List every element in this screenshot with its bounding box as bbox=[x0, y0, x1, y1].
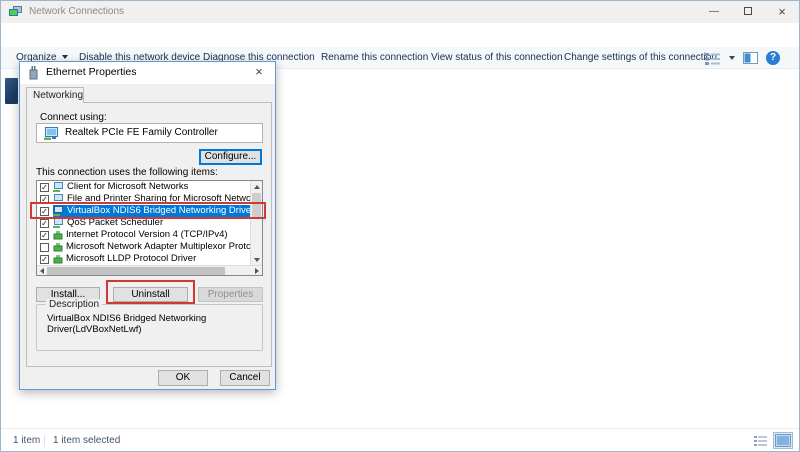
ok-button[interactable]: OK bbox=[158, 370, 208, 386]
computer-icon bbox=[53, 194, 64, 204]
checkbox[interactable]: ✓ bbox=[40, 255, 49, 264]
protocol-icon bbox=[53, 231, 63, 240]
list-item[interactable]: ✓ File and Printer Sharing for Microsoft… bbox=[37, 193, 250, 205]
maximize-button[interactable] bbox=[731, 1, 765, 23]
explorer-window: Network Connections — × ← → ↑ › Control … bbox=[0, 0, 800, 452]
list-item-label: Microsoft Network Adapter Multiplexor Pr… bbox=[66, 241, 250, 253]
list-item[interactable]: Microsoft Network Adapter Multiplexor Pr… bbox=[37, 241, 250, 253]
selection-highlight: VirtualBox NDIS6 Bridged Networking Driv… bbox=[53, 205, 250, 217]
close-button[interactable]: × bbox=[765, 1, 799, 23]
checkbox[interactable]: ✓ bbox=[40, 207, 49, 216]
preview-pane-icon[interactable] bbox=[743, 52, 758, 64]
item-count: 1 item bbox=[13, 429, 40, 452]
view-toggle-group bbox=[750, 432, 793, 449]
uninstall-button[interactable]: Uninstall bbox=[113, 287, 188, 302]
computer-icon bbox=[53, 218, 64, 228]
change-settings-button[interactable]: Change settings of this connection bbox=[564, 47, 717, 68]
checkbox[interactable]: ✓ bbox=[40, 231, 49, 240]
status-divider bbox=[44, 435, 45, 447]
titlebar: Network Connections — × bbox=[1, 1, 799, 23]
cancel-button[interactable]: Cancel bbox=[220, 370, 270, 386]
details-view-icon bbox=[753, 435, 768, 447]
address-bar: ← → ↑ › Control Panel › Network and Inte… bbox=[1, 23, 799, 47]
description-text: VirtualBox NDIS6 Bridged Networking Driv… bbox=[47, 313, 256, 335]
scrollbar-thumb[interactable] bbox=[252, 193, 261, 217]
description-groupbox: Description VirtualBox NDIS6 Bridged Net… bbox=[36, 304, 263, 351]
details-view-toggle[interactable] bbox=[750, 432, 770, 449]
network-adapter-icon bbox=[44, 127, 59, 140]
scrollbar-thumb[interactable] bbox=[47, 267, 225, 275]
list-item-label: Microsoft LLDP Protocol Driver bbox=[66, 253, 196, 265]
network-connections-icon bbox=[9, 6, 22, 20]
tab-networking[interactable]: Networking bbox=[26, 87, 84, 103]
list-item[interactable]: ✓ QoS Packet Scheduler bbox=[37, 217, 250, 229]
status-bar: 1 item 1 item selected bbox=[1, 428, 799, 452]
dialog-title: Ethernet Properties bbox=[46, 62, 136, 83]
adapter-name: Realtek PCIe FE Family Controller bbox=[65, 127, 218, 139]
view-status-button[interactable]: View status of this connection bbox=[431, 47, 563, 68]
list-item[interactable]: ✓ Microsoft LLDP Protocol Driver bbox=[37, 253, 250, 265]
icons-view-toggle[interactable] bbox=[773, 432, 793, 449]
views-dropdown-icon[interactable] bbox=[729, 56, 735, 60]
minimize-icon: — bbox=[709, 6, 719, 17]
maximize-icon bbox=[744, 7, 752, 15]
tab-page: Connect using: Realtek PCIe FE Family Co… bbox=[26, 102, 272, 367]
properties-button: Properties bbox=[198, 287, 263, 302]
checkbox[interactable]: ✓ bbox=[40, 219, 49, 228]
computer-icon bbox=[53, 206, 64, 216]
adapter-field: Realtek PCIe FE Family Controller bbox=[36, 123, 263, 143]
configure-button[interactable]: Configure... bbox=[199, 149, 262, 165]
connection-items-list[interactable]: ✓ Client for Microsoft Networks ✓ File a… bbox=[36, 180, 263, 276]
list-rows: ✓ Client for Microsoft Networks ✓ File a… bbox=[37, 181, 250, 265]
scroll-up-icon[interactable] bbox=[251, 181, 262, 192]
ethernet-properties-dialog: Ethernet Properties × Networking Connect… bbox=[19, 61, 276, 390]
minimize-button[interactable]: — bbox=[697, 1, 731, 23]
list-item-label: File and Printer Sharing for Microsoft N… bbox=[67, 193, 250, 205]
scroll-right-icon[interactable] bbox=[252, 266, 262, 275]
help-button[interactable]: ? bbox=[766, 51, 780, 65]
list-item[interactable]: ✓ Client for Microsoft Networks bbox=[37, 181, 250, 193]
ethernet-adapter-icon bbox=[28, 66, 39, 83]
window-title: Network Connections bbox=[29, 1, 124, 23]
help-icon: ? bbox=[770, 52, 776, 63]
rename-connection-button[interactable]: Rename this connection bbox=[321, 47, 428, 68]
scroll-down-icon[interactable] bbox=[251, 254, 262, 265]
list-item-label: VirtualBox NDIS6 Bridged Networking Driv… bbox=[67, 205, 250, 217]
list-item[interactable]: ✓ Internet Protocol Version 4 (TCP/IPv4) bbox=[37, 229, 250, 241]
ethernet-connection-icon-partial[interactable] bbox=[5, 78, 18, 104]
selection-count: 1 item selected bbox=[53, 429, 120, 452]
description-label: Description bbox=[46, 299, 102, 310]
scroll-left-icon[interactable] bbox=[37, 266, 47, 275]
icons-view-icon bbox=[775, 434, 791, 447]
protocol-icon bbox=[53, 255, 63, 264]
connection-items-label: This connection uses the following items… bbox=[36, 167, 218, 178]
checkbox[interactable]: ✓ bbox=[40, 195, 49, 204]
horizontal-scrollbar[interactable] bbox=[37, 265, 262, 275]
dialog-titlebar: Ethernet Properties × bbox=[20, 62, 275, 84]
close-icon: × bbox=[255, 64, 263, 79]
dialog-close-button[interactable]: × bbox=[244, 63, 274, 82]
details-view-icon[interactable] bbox=[705, 52, 721, 65]
list-item-label: Client for Microsoft Networks bbox=[67, 181, 188, 193]
close-icon: × bbox=[778, 4, 786, 19]
checkbox[interactable]: ✓ bbox=[40, 183, 49, 192]
checkbox[interactable] bbox=[40, 243, 49, 252]
vertical-scrollbar[interactable] bbox=[250, 181, 262, 265]
computer-icon bbox=[53, 182, 64, 192]
list-item-label: QoS Packet Scheduler bbox=[67, 217, 163, 229]
connect-using-label: Connect using: bbox=[40, 112, 107, 123]
protocol-icon bbox=[53, 243, 63, 252]
toolbar-view-controls: ? bbox=[705, 47, 780, 69]
chevron-down-icon bbox=[62, 55, 68, 59]
list-item-selected[interactable]: ✓ VirtualBox NDIS6 Bridged Networking Dr… bbox=[37, 205, 250, 217]
list-item-label: Internet Protocol Version 4 (TCP/IPv4) bbox=[66, 229, 228, 241]
